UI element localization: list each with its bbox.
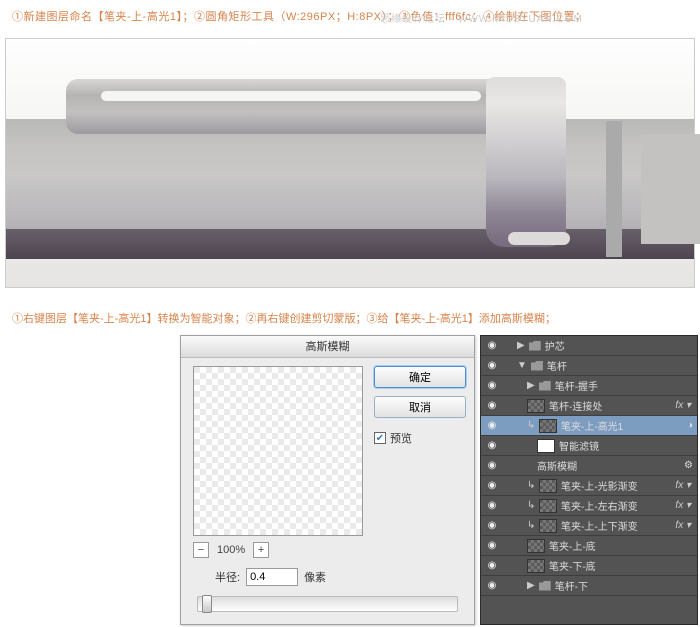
folder-toggle-icon[interactable]: ▼ [517, 360, 527, 371]
cancel-button[interactable]: 取消 [374, 396, 466, 418]
layer-name: 高斯模糊 [537, 458, 577, 473]
folder-icon [531, 361, 543, 371]
radius-label: 半径: [215, 569, 240, 585]
layer-name: 笔夹-上-高光1 [561, 418, 623, 433]
clip-icon: ↳ [527, 520, 535, 531]
ok-button[interactable]: 确定 [374, 366, 466, 388]
folder-toggle-icon[interactable]: ▶ [527, 580, 535, 591]
layer-row[interactable]: ◉ ↳ 笔夹-上-左右渐变 fx ▾ [481, 496, 697, 516]
radius-input[interactable] [246, 568, 298, 586]
layer-thumb [527, 539, 545, 553]
layer-name: 笔夹-上-光影渐变 [561, 478, 638, 493]
layer-name: 笔夹-上-上下渐变 [561, 518, 638, 533]
layer-row[interactable]: ◉ 笔夹-下-底 [481, 556, 697, 576]
visibility-icon[interactable]: ◉ [485, 560, 499, 571]
preview-checkbox[interactable]: ✔ [374, 432, 386, 444]
visibility-icon[interactable]: ◉ [485, 400, 499, 411]
fx-indicator[interactable]: fx ▾ [675, 520, 693, 531]
visibility-icon[interactable]: ◉ [485, 420, 499, 431]
layer-row[interactable]: ◉ ▼ 笔杆 [481, 356, 697, 376]
layer-name: 笔夹-上-左右渐变 [561, 498, 638, 513]
radius-unit: 像素 [304, 569, 326, 585]
visibility-icon[interactable]: ◉ [485, 360, 499, 371]
fx-indicator[interactable]: fx ▾ [675, 400, 693, 411]
layer-thumb [539, 499, 557, 513]
visibility-icon[interactable]: ◉ [485, 580, 499, 591]
folder-toggle-icon[interactable]: ▶ [527, 380, 535, 391]
layer-name: 笔夹-上-底 [549, 538, 596, 553]
visibility-icon[interactable]: ◉ [485, 440, 499, 451]
layer-name: 笔杆-连接处 [549, 398, 602, 413]
layer-thumb [539, 479, 557, 493]
layer-name: 护芯 [545, 338, 565, 353]
zoom-in-button[interactable]: + [253, 542, 269, 558]
layer-name: 笔杆-握手 [555, 378, 598, 393]
layer-row[interactable]: ◉ 智能滤镜 [481, 436, 697, 456]
layers-panel: ◉ ▶ 护芯 ◉ ▼ 笔杆 ◉ ▶ 笔杆-握手 ◉ 笔杆-连接处 fx ▾ ◉ ↳ 笔夹-上-高光1 ◑ ◉ 智能… [480, 335, 698, 625]
blur-preview[interactable] [193, 366, 363, 536]
fx-indicator[interactable]: fx ▾ [675, 480, 693, 491]
dialog-title: 高斯模糊 [181, 336, 474, 358]
edit-filter-icon[interactable]: ⚙ [684, 460, 693, 471]
layer-name: 笔杆 [547, 358, 567, 373]
folder-icon [529, 341, 541, 351]
watermark: 思缘设计论坛 · WWW.MISSYUAN.COM [380, 10, 583, 25]
smart-filter-icon[interactable]: ◑ [687, 420, 693, 431]
layer-row[interactable]: ◉ ↳ 笔夹-上-光影渐变 fx ▾ [481, 476, 697, 496]
fx-indicator[interactable]: fx ▾ [675, 500, 693, 511]
folder-toggle-icon[interactable]: ▶ [517, 340, 525, 351]
pen-notch-2 [641, 134, 700, 244]
folder-icon [539, 381, 551, 391]
clip-stem [66, 79, 496, 134]
layer-name: 智能滤镜 [559, 438, 599, 453]
visibility-icon[interactable]: ◉ [485, 520, 499, 531]
visibility-icon[interactable]: ◉ [485, 500, 499, 511]
clip-highlight-slot [101, 91, 481, 101]
layer-name: 笔杆-下 [555, 578, 588, 593]
pen-shadow [6, 229, 694, 259]
layer-thumb [527, 559, 545, 573]
layer-thumb [539, 419, 557, 433]
visibility-icon[interactable]: ◉ [485, 540, 499, 551]
layer-row[interactable]: ◉ ▶ 笔杆-握手 [481, 376, 697, 396]
clip-icon: ↳ [527, 420, 535, 431]
layer-row[interactable]: ◉ ↳ 笔夹-上-上下渐变 fx ▾ [481, 516, 697, 536]
layer-row[interactable]: ◉ ↳ 笔夹-上-高光1 ◑ [481, 416, 697, 436]
visibility-icon[interactable]: ◉ [485, 460, 499, 471]
layer-row[interactable]: ◉ ▶ 护芯 [481, 336, 697, 356]
pen-notch [606, 121, 622, 257]
illustration [5, 38, 695, 288]
instruction-2: ①右键图层【笔夹-上-高光1】转换为智能对象；②再右键创建剪切蒙版；③给【笔夹-… [12, 310, 556, 326]
layer-thumb [527, 399, 545, 413]
radius-slider[interactable] [197, 596, 458, 612]
clip-head [486, 77, 566, 247]
layer-thumb [539, 519, 557, 533]
zoom-out-button[interactable]: − [193, 542, 209, 558]
visibility-icon[interactable]: ◉ [485, 480, 499, 491]
small-pill-shape [508, 232, 570, 245]
layer-row[interactable]: ◉ 高斯模糊 ⚙ [481, 456, 697, 476]
layer-row[interactable]: ◉ 笔夹-上-底 [481, 536, 697, 556]
layer-row[interactable]: ◉ ▶ 笔杆-下 [481, 576, 697, 596]
pen-body [6, 119, 694, 259]
preview-checkbox-label: 预览 [390, 430, 412, 446]
visibility-icon[interactable]: ◉ [485, 380, 499, 391]
gaussian-blur-dialog: 高斯模糊 − 100% + 半径: 像素 确定 取消 ✔ 预览 [180, 335, 475, 625]
zoom-value: 100% [217, 544, 245, 556]
slider-knob[interactable] [202, 595, 212, 613]
layer-row[interactable]: ◉ 笔杆-连接处 fx ▾ [481, 396, 697, 416]
layer-thumb [537, 439, 555, 453]
clip-icon: ↳ [527, 480, 535, 491]
clip-icon: ↳ [527, 500, 535, 511]
visibility-icon[interactable]: ◉ [485, 340, 499, 351]
layer-name: 笔夹-下-底 [549, 558, 596, 573]
folder-icon [539, 581, 551, 591]
